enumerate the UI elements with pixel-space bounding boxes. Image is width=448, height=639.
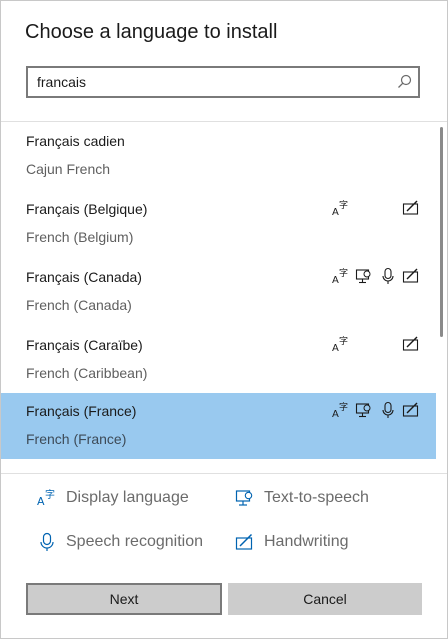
svg-text:字: 字 (339, 401, 348, 413)
svg-text:字: 字 (339, 199, 348, 211)
language-row-french-belgium[interactable]: Français (Belgique) French (Belgium) A字 (1, 191, 436, 257)
search-icon[interactable] (396, 73, 413, 90)
language-english-name: French (Caribbean) (26, 365, 148, 381)
svg-text:A: A (332, 343, 339, 353)
legend-divider (1, 473, 447, 474)
search-box[interactable]: francais (26, 66, 420, 98)
display-language-icon: A字 (332, 267, 350, 285)
handwriting-icon (402, 401, 420, 419)
svg-text:A: A (332, 409, 339, 419)
svg-text:A: A (37, 495, 45, 508)
language-english-name: French (France) (26, 431, 127, 447)
handwriting-icon (402, 199, 420, 217)
list-scrollbar[interactable] (440, 127, 443, 337)
legend-label: Handwriting (264, 533, 349, 550)
microphone-icon (379, 401, 397, 419)
legend-label: Text-to-speech (264, 489, 369, 506)
legend-label: Display language (66, 489, 189, 506)
search-input[interactable]: francais (37, 74, 86, 90)
svg-text:A: A (332, 207, 339, 217)
language-install-dialog: Choose a language to install francais Fr… (0, 0, 448, 639)
language-row-french-caribbean[interactable]: Français (Caraïbe) French (Caribbean) A字 (1, 327, 436, 393)
language-native-name: Français cadien (26, 133, 125, 149)
handwriting-icon (235, 532, 255, 552)
display-language-icon: A字 (332, 335, 350, 353)
cancel-button[interactable]: Cancel (228, 583, 422, 615)
language-row-french-france[interactable]: Français (France) French (France) A字 (1, 393, 436, 459)
text-to-speech-icon (355, 267, 373, 285)
language-native-name: Français (Caraïbe) (26, 337, 143, 353)
dialog-title: Choose a language to install (25, 21, 278, 43)
microphone-icon (37, 532, 57, 552)
language-native-name: Français (Belgique) (26, 201, 148, 217)
svg-text:字: 字 (45, 488, 55, 501)
display-language-icon: A字 (332, 199, 350, 217)
next-button[interactable]: Next (26, 583, 222, 615)
text-to-speech-icon (235, 488, 255, 508)
handwriting-icon (402, 267, 420, 285)
svg-text:A: A (332, 275, 339, 285)
text-to-speech-icon (355, 401, 373, 419)
language-english-name: French (Belgium) (26, 229, 134, 245)
list-top-divider (1, 121, 447, 122)
language-row-french-canada[interactable]: Français (Canada) French (Canada) A字 (1, 259, 436, 325)
legend-label: Speech recognition (66, 533, 203, 550)
language-list: Français cadien Cajun French Français (B… (1, 123, 447, 463)
language-english-name: Cajun French (26, 161, 111, 177)
svg-text:字: 字 (339, 335, 348, 347)
microphone-icon (379, 267, 397, 285)
handwriting-icon (402, 335, 420, 353)
display-language-icon: A字 (37, 488, 57, 508)
language-native-name: Français (France) (26, 403, 137, 419)
svg-text:字: 字 (339, 267, 348, 279)
language-english-name: French (Canada) (26, 297, 132, 313)
display-language-icon: A字 (332, 401, 350, 419)
language-row-cajun-french[interactable]: Français cadien Cajun French (1, 123, 436, 189)
language-native-name: Français (Canada) (26, 269, 142, 285)
